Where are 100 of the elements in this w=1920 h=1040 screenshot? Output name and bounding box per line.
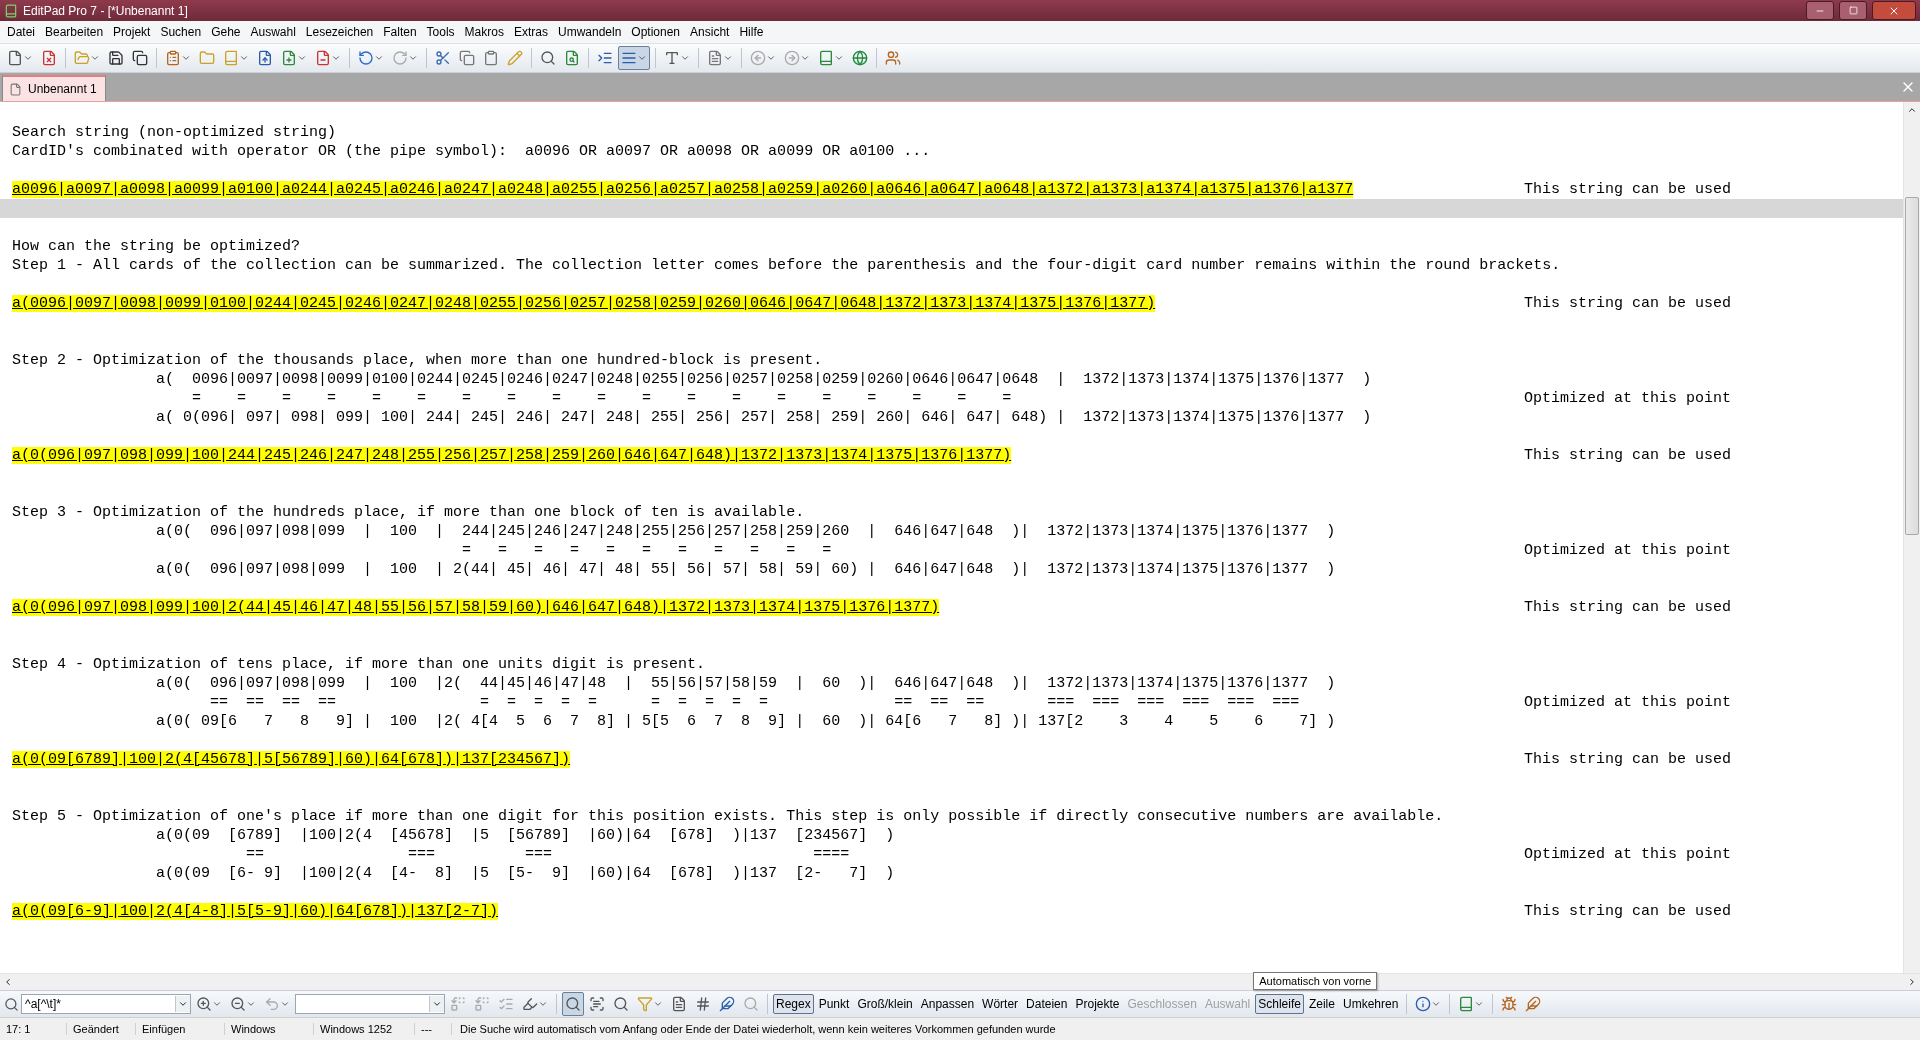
scroll-left-icon[interactable] (3, 977, 13, 987)
editor-line: a(0(09 [6- 9] |100|2(4 [4- 8] |5 [5- 9] |60)|64 [678] )|137 [2- 7] ) (155, 865, 895, 882)
filter-icon (637, 996, 653, 1012)
folder-icon (199, 50, 215, 66)
status-field: Geändert (67, 1023, 136, 1035)
search-option-toggle[interactable]: Umkehren (1339, 994, 1402, 1014)
list-view-button[interactable] (618, 46, 650, 70)
caret-icon[interactable] (432, 999, 442, 1009)
search-option-toggle[interactable]: Regex (773, 994, 814, 1014)
search-match: a(0(096|097|098|099|100|2(44|45|46|47|48|55|56|57|58|59|60)|646|647|648)|1372|1373|1374|1375|1376|1377) (12, 599, 940, 616)
close-button[interactable] (1872, 1, 1916, 20)
search-option-toggle[interactable]: Anpassen (917, 994, 978, 1014)
caret-icon (680, 53, 690, 63)
menu-item[interactable]: Hilfe (734, 25, 769, 39)
caret-icon (1431, 999, 1442, 1009)
editor-line: a(0( 096|097|098|099 | 100 | 244|245|246|247|248|255|256|257|258|259|260 | 646|647|648 )| 1372|1373|1374|1375|1376|1377 ) (155, 523, 1336, 540)
count-icon (695, 996, 711, 1012)
editor-line: a( 0(096| 097| 098| 099| 100| 244| 245| 246| 247| 248| 255| 256| 257| 258| 259| 260| 646| 647| 648) | 1372|1373|1374|1375|1376|1377 ) (155, 409, 1372, 426)
minimize-button[interactable] (1806, 1, 1834, 20)
menu-item[interactable]: Extras (508, 25, 553, 39)
menu-item[interactable]: Datei (2, 25, 40, 39)
caret-icon[interactable] (178, 999, 188, 1009)
search-input[interactable]: ^a[^\t]* (22, 997, 175, 1011)
menu-item[interactable]: Falten (378, 25, 422, 39)
status-field: --- (415, 1023, 452, 1035)
status-field: 17: 1 (0, 1023, 67, 1035)
menu-item[interactable]: Ansicht (685, 25, 735, 39)
editor-line: Step 2 - Optimization of the thousands place, when more than one hundred-block is present. (12, 352, 823, 369)
menu-item[interactable]: Makros (459, 25, 509, 39)
scan-icon (589, 996, 605, 1012)
menu-item[interactable]: Bearbeiten (40, 25, 109, 39)
caret-icon (538, 999, 548, 1009)
back-icon (750, 50, 766, 66)
line-note: This string can be used (1524, 447, 1732, 464)
editor-line: == == == == = = = = = = = = = = == == == === === === === === === (209, 694, 1300, 711)
info-icon (1415, 996, 1432, 1012)
editor-line: a(0( 09[6 7 8 9] | 100 |2( 4[4 5 6 7 8] | 5[5 6 7 8 9] | 60 )| 64[6 7 8] )| 137[2 3 4 5 6 7] ) (155, 713, 1336, 730)
search-option-toggle[interactable]: Wörter (979, 994, 1022, 1014)
caret-icon (637, 53, 647, 63)
highlight-icon (522, 996, 538, 1012)
editor-line: Step 3 - Optimization of the hundreds place, if more than one block of ten is available. (12, 504, 805, 521)
book-icon (1458, 996, 1475, 1012)
maximize-button[interactable] (1839, 1, 1867, 20)
caret-icon (374, 53, 384, 63)
search-match: a(0(09[6789]|100|2(4[45678]|5[56789]|60)|64[678])|137[234567]) (12, 751, 571, 768)
redo-icon (392, 50, 408, 66)
close-file-icon (41, 50, 57, 66)
menu-item[interactable]: Lesezeichen (300, 25, 379, 39)
search-match: a0096|a0097|a0098|a0099|a0100|a0244|a0245|a0246|a0247|a0248|a0255|a0256|a0257|a0258|a0259|a0260|a0646|a0647|a0648|a1372|a1373|a1374|a1375|a1376|a1377 (12, 181, 1354, 198)
line-note: This string can be used (1524, 751, 1732, 768)
search-icon (743, 996, 759, 1012)
paste-icon (483, 50, 499, 66)
search-field[interactable]: ^a[^\t]* (21, 994, 191, 1014)
app-icon (4, 3, 18, 18)
status-message: Die Suche wird automatisch vom Anfang oder Ende der Datei wiederholt, wenn kein weiteres Vorkommen gefunden wurde (459, 1023, 1056, 1035)
book-icon (223, 50, 239, 66)
caret-icon (90, 53, 100, 63)
editor-line: = = = = = = = = = = = (461, 542, 832, 559)
editor-line: Step 5 - Optimization of one's place if more than one digit for this position exists. This step is only possible if directly consecutive numbers are available. (12, 808, 1444, 825)
status-field: Windows 1252 (314, 1023, 415, 1035)
search-icon (540, 50, 556, 66)
caret-icon (23, 53, 33, 63)
replace-field[interactable] (295, 994, 445, 1014)
undo-icon (358, 50, 374, 66)
menu-item[interactable]: Auswahl (245, 25, 301, 39)
search-option-toggle[interactable]: Dateien (1023, 994, 1071, 1014)
menu-item[interactable]: Gehe (206, 25, 246, 39)
editor-line: How can the string be optimized? (12, 238, 301, 255)
pencil-icon (507, 50, 523, 66)
editor-line: = = = = = = = = = = = = = = = = = = = (191, 390, 1012, 407)
menu-item[interactable]: Umwandeln (552, 25, 627, 39)
editor-line: Search string (non-optimized string) (12, 124, 337, 141)
feather-icon (1525, 996, 1542, 1012)
editor[interactable] (0, 101, 1920, 973)
menu-item[interactable]: Suchen (155, 25, 207, 39)
search-option-toggle[interactable]: Schleife (1255, 994, 1304, 1014)
menu-item[interactable]: Tools (421, 25, 460, 39)
users-icon (885, 50, 901, 66)
vertical-scrollbar[interactable] (1903, 102, 1920, 973)
find-all-button[interactable] (562, 992, 584, 1016)
search-option-toggle[interactable]: Punkt (815, 994, 853, 1014)
globe-icon (852, 50, 868, 66)
menu-item[interactable]: Optionen (626, 25, 686, 39)
caret-icon (181, 53, 191, 63)
editor-line: a(0(09 [6789] |100|2(4 [45678] |5 [56789] |60)|64 [678] )|137 [234567] ) (155, 827, 895, 844)
scrollbar-thumb[interactable] (1905, 197, 1919, 535)
line-note: Optimized at this point (1524, 390, 1732, 407)
document-tab[interactable]: Unbenannt 1 (2, 75, 106, 101)
indent-icon (597, 50, 613, 66)
search-option-toggle[interactable]: Zeile (1305, 994, 1338, 1014)
scroll-right-icon[interactable] (1907, 977, 1917, 987)
caret-icon (653, 999, 663, 1009)
line-note: This string can be used (1524, 599, 1732, 616)
menu-item[interactable]: Projekt (108, 25, 156, 39)
search-option-toggle[interactable]: Groß/klein (854, 994, 916, 1014)
search-icon (4, 996, 19, 1012)
line-note: This string can be used (1524, 181, 1732, 198)
font-icon (664, 50, 680, 66)
search-option-toggle[interactable]: Projekte (1072, 994, 1123, 1014)
scroll-up-icon[interactable] (1907, 105, 1917, 115)
